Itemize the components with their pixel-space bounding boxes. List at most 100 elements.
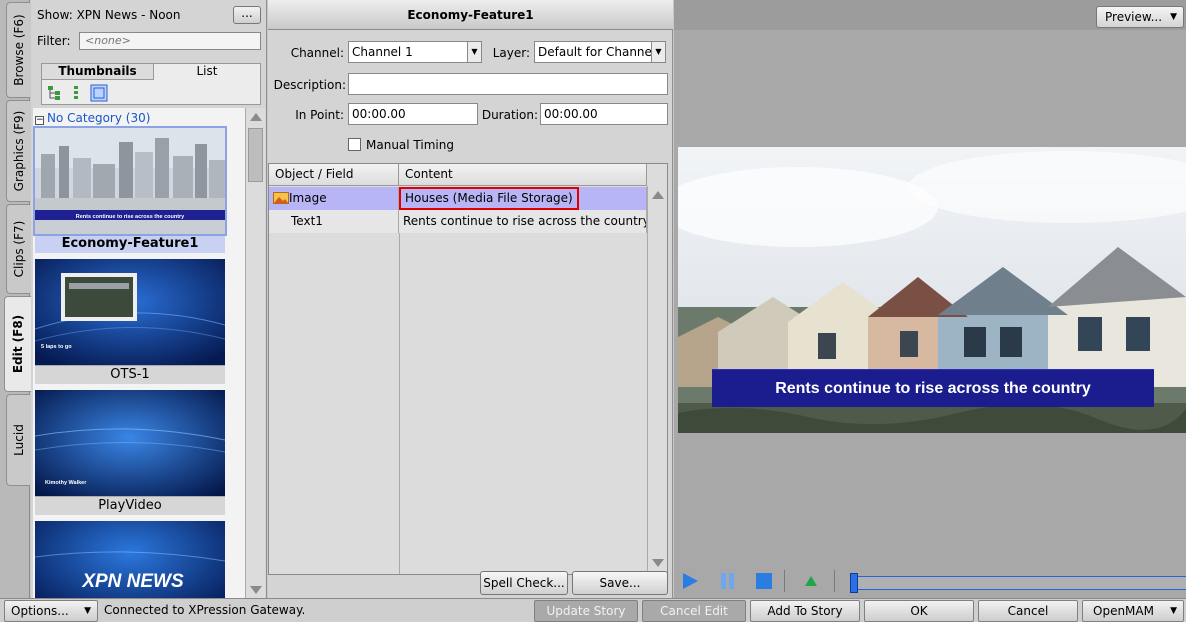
filter-input[interactable]: <none>: [79, 32, 261, 50]
view-tabs: Thumbnails List: [41, 63, 261, 105]
tab-clips-label: Clips (F7): [11, 220, 26, 278]
tab-lucid[interactable]: Lucid: [6, 394, 30, 486]
transport-controls: [674, 566, 1186, 596]
tab-clips[interactable]: Clips (F7): [6, 204, 30, 294]
openmam-button-label: OpenMAM: [1093, 604, 1154, 618]
column-header-content[interactable]: Content: [399, 164, 647, 186]
thumbnail-caption-text: Kimothy Walker: [45, 480, 87, 486]
preview-image: Rents continue to rise across the countr…: [678, 147, 1186, 433]
cancel-edit-button[interactable]: Cancel Edit: [642, 600, 746, 622]
add-to-story-button[interactable]: Add To Story: [750, 600, 860, 622]
image-icon: [273, 192, 289, 204]
stop-icon[interactable]: [754, 571, 774, 591]
field-name: Image: [289, 191, 327, 205]
options-button[interactable]: Options... ▼: [4, 600, 98, 622]
channel-label: Channel:: [290, 46, 344, 60]
ok-button[interactable]: OK: [864, 600, 974, 622]
tab-browse[interactable]: Browse (F6): [6, 2, 30, 98]
browse-panel: Show: XPN News - Noon ... Filter: <none>…: [31, 0, 267, 598]
thumbnail-image: Kimothy Walker: [35, 390, 225, 496]
lower-third-graphic: Rents continue to rise across the countr…: [712, 369, 1154, 407]
field-cell: Image: [269, 187, 399, 210]
thumbnail-caption-text: XPN NEWS: [81, 571, 184, 592]
object-field-grid[interactable]: Object / Field Content Image Houses (Med…: [268, 163, 668, 575]
scroll-down-icon[interactable]: [651, 557, 665, 569]
chevron-down-icon[interactable]: ▼: [467, 42, 481, 62]
thumbnail-item[interactable]: Rents continue to rise across the countr…: [33, 126, 227, 253]
duration-field[interactable]: 00:00.00: [540, 103, 668, 125]
collapse-icon[interactable]: −: [35, 116, 44, 125]
scroll-up-icon[interactable]: [651, 189, 665, 201]
save-button[interactable]: Save...: [572, 571, 668, 595]
divider: [834, 570, 835, 592]
inpoint-field[interactable]: 00:00.00: [348, 103, 478, 125]
preview-toolbar: Preview... ▼: [674, 0, 1186, 30]
grid-scrollbar[interactable]: [647, 186, 667, 574]
description-field[interactable]: [348, 73, 668, 95]
thumbnail-view-icon[interactable]: [90, 84, 108, 102]
timeline-knob[interactable]: [850, 573, 858, 593]
duration-label: Duration:: [481, 108, 538, 122]
update-story-button[interactable]: Update Story: [534, 600, 638, 622]
openmam-button[interactable]: OpenMAM ▼: [1082, 600, 1184, 622]
chevron-down-icon[interactable]: ▼: [651, 42, 665, 62]
chevron-down-icon: ▼: [1170, 12, 1177, 22]
status-text: Connected to XPression Gateway.: [104, 603, 306, 617]
table-row[interactable]: Text1 Rents continue to rise across the …: [269, 210, 647, 233]
preview-button[interactable]: Preview... ▼: [1096, 6, 1184, 28]
thumbnail-list[interactable]: − No Category (30) Rents continue to rise…: [33, 108, 247, 598]
preview-panel: Preview... ▼ Rents continue to rise acro…: [674, 0, 1186, 598]
category-label: No Category (30): [47, 111, 151, 125]
manual-timing-label: Manual Timing: [366, 138, 454, 152]
content-cell[interactable]: Houses (Media File Storage): [399, 187, 647, 210]
cue-icon[interactable]: [804, 574, 818, 588]
list-view-icon[interactable]: [68, 84, 86, 102]
tab-edit[interactable]: Edit (F8): [4, 296, 31, 392]
channel-select[interactable]: Channel 1 ▼: [348, 41, 482, 63]
show-select-button[interactable]: ...: [233, 6, 261, 24]
play-icon[interactable]: [680, 571, 700, 591]
timeline-slider[interactable]: [850, 573, 1186, 593]
scroll-down-icon[interactable]: [249, 584, 263, 596]
content-value: Houses (Media File Storage): [399, 187, 579, 210]
column-divider: [399, 233, 400, 574]
thumbnail-caption-text: 5 laps to go: [41, 344, 72, 350]
show-label: Show: XPN News - Noon: [37, 8, 181, 22]
tab-graphics[interactable]: Graphics (F9): [6, 100, 30, 202]
layer-select[interactable]: Default for Channe ▼: [534, 41, 666, 63]
tab-graphics-label: Graphics (F9): [11, 110, 26, 192]
cancel-button[interactable]: Cancel: [978, 600, 1078, 622]
thumbnail-image: 5 laps to go: [35, 259, 225, 365]
tab-list[interactable]: List: [154, 64, 260, 80]
status-bar: Options... ▼ Connected to XPression Gate…: [0, 598, 1186, 622]
thumbnail-item[interactable]: Kimothy Walker PlayVideo: [35, 390, 225, 515]
tab-edit-label: Edit (F8): [11, 314, 25, 374]
chevron-down-icon: ▼: [1170, 606, 1177, 616]
divider: [784, 570, 785, 592]
thumbnail-scrollbar[interactable]: [245, 108, 265, 598]
editor-title: Economy-Feature1: [268, 0, 673, 30]
tab-lucid-label: Lucid: [11, 424, 26, 456]
inpoint-label: In Point:: [295, 108, 344, 122]
content-value[interactable]: Rents continue to rise across the countr…: [399, 210, 647, 233]
table-row[interactable]: Image Houses (Media File Storage): [269, 187, 647, 210]
tree-view-icon[interactable]: [46, 84, 64, 102]
options-button-label: Options...: [11, 604, 69, 618]
manual-timing-checkbox[interactable]: [348, 138, 361, 151]
scroll-up-icon[interactable]: [249, 111, 263, 123]
thumbnail-caption-text: Rents continue to rise across the countr…: [76, 214, 185, 220]
channel-value: Channel 1: [352, 45, 413, 59]
chevron-down-icon: ▼: [84, 606, 91, 616]
filter-label: Filter:: [37, 34, 71, 48]
column-header-field[interactable]: Object / Field: [269, 164, 399, 186]
pause-icon[interactable]: [718, 571, 738, 591]
thumbnail-item[interactable]: 5 laps to go OTS-1: [35, 259, 225, 384]
thumbnail-title: Economy-Feature1: [35, 234, 225, 253]
spell-check-button[interactable]: Spell Check...: [480, 571, 568, 595]
category-header[interactable]: − No Category (30): [35, 111, 150, 125]
scrollbar-thumb[interactable]: [248, 128, 263, 182]
tab-browse-label: Browse (F6): [11, 14, 26, 86]
vertical-tab-strip: Browse (F6) Graphics (F9) Clips (F7) Edi…: [0, 0, 31, 598]
tab-thumbnails[interactable]: Thumbnails: [42, 64, 154, 80]
thumbnail-item[interactable]: XPN NEWS: [35, 521, 225, 598]
